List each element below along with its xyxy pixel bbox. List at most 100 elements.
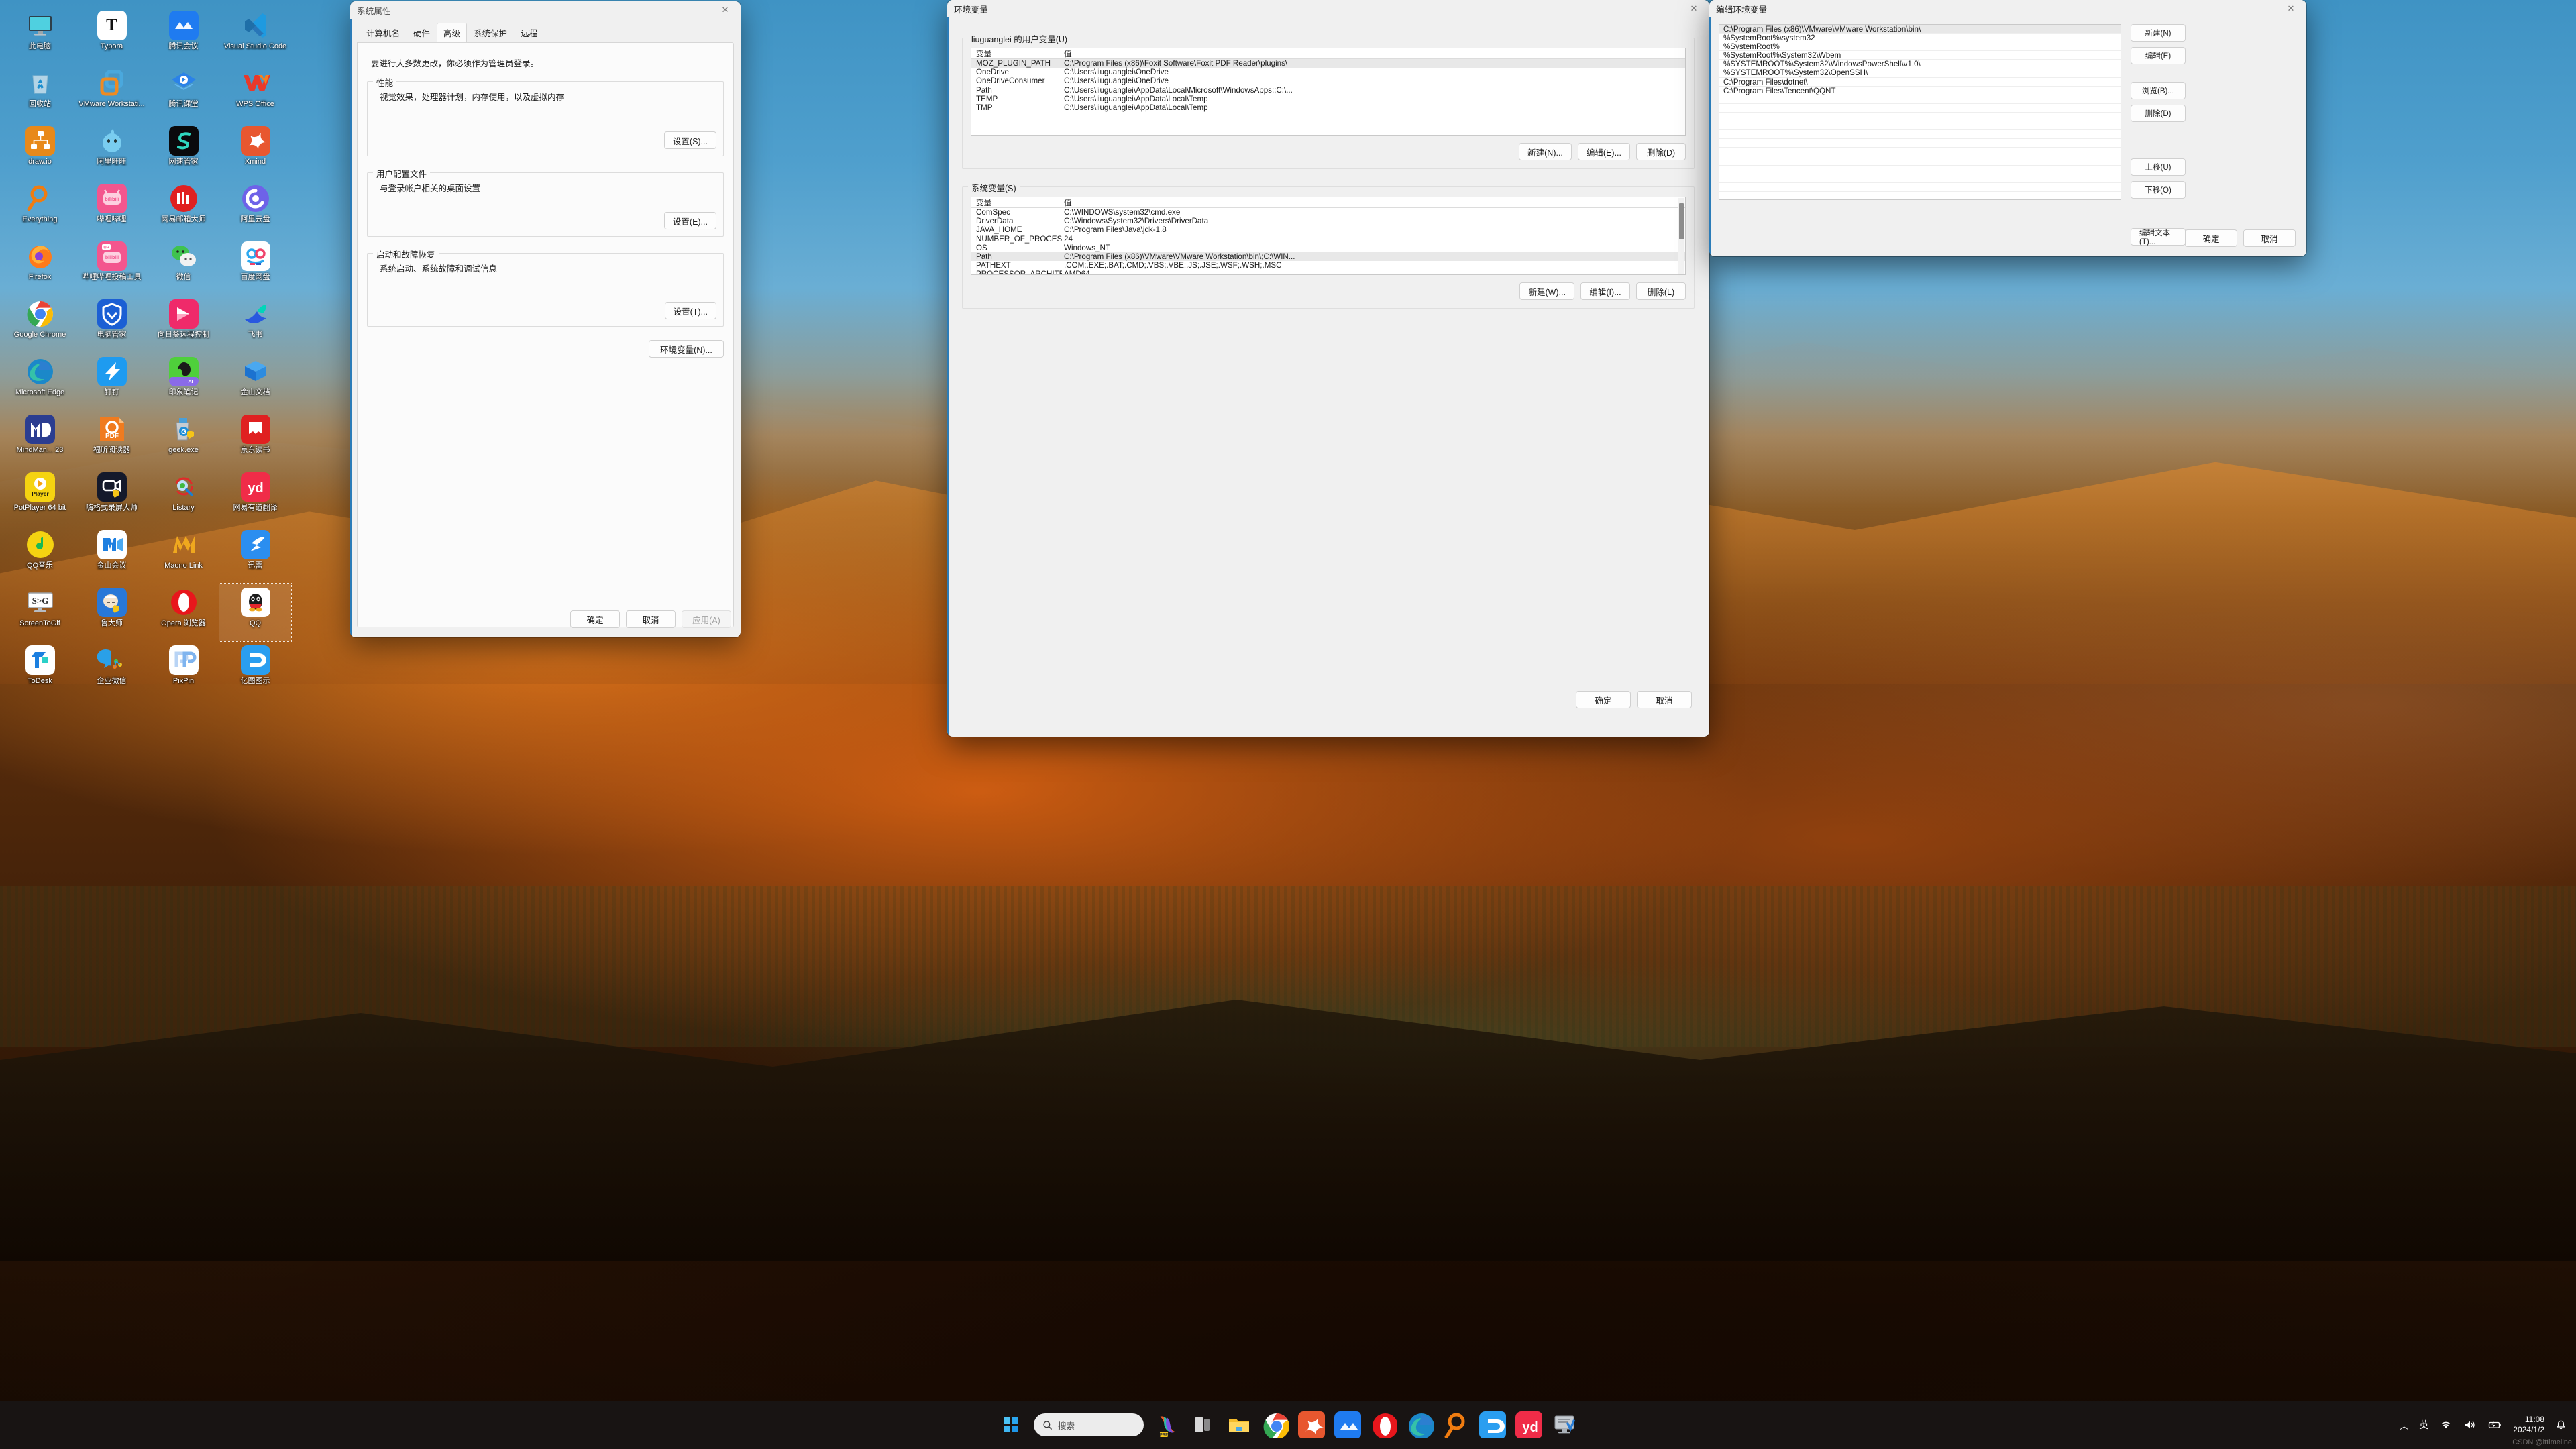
move-up-button[interactable]: 上移(U) <box>2131 158 2186 176</box>
tab-2[interactable]: 高级 <box>437 23 468 42</box>
taskbar[interactable]: 搜索 PREyd ︿ 英 11:08 2024/1/2 CSDN @ittim <box>0 1401 2576 1449</box>
clock[interactable]: 11:08 2024/1/2 <box>2513 1415 2544 1435</box>
table-row[interactable]: OS Windows_NT <box>971 244 1685 252</box>
start-button[interactable] <box>998 1411 1024 1438</box>
ok-button[interactable]: 确定 <box>2185 229 2237 247</box>
cancel-button[interactable]: 取消 <box>626 610 676 628</box>
desktop-icon-tencent-class[interactable]: 腾讯课堂 <box>148 64 219 122</box>
cancel-button[interactable]: 取消 <box>1637 691 1692 708</box>
desktop-icon-geek-uninstaller[interactable]: Ggeek.exe <box>148 411 219 468</box>
desktop-icon-netease-mail[interactable]: 网易邮箱大师 <box>148 180 219 237</box>
group-settings-button[interactable]: 设置(E)... <box>663 212 716 229</box>
tab-4[interactable]: 远程 <box>514 23 544 42</box>
table-row[interactable]: TMP C:\Users\liuguanglei\AppData\Local\T… <box>971 103 1685 112</box>
desktop-icon-jd-read[interactable]: 京东读书 <box>219 411 291 468</box>
desktop-icon-maono-link[interactable]: Maono Link <box>148 526 219 584</box>
system-variables-list[interactable]: 变量 值 ComSpec C:\WINDOWS\system32\cmd.exe… <box>971 197 1686 275</box>
desktop-icon-wps-office[interactable]: WPS Office <box>219 64 291 122</box>
system-delete-button[interactable]: 删除(L) <box>1636 282 1686 300</box>
scrollbar-thumb[interactable] <box>1679 203 1684 239</box>
path-entry[interactable]: C:\Program Files\Tencent\QQNT <box>1719 87 2121 95</box>
table-row[interactable]: ComSpec C:\WINDOWS\system32\cmd.exe <box>971 208 1685 217</box>
path-entry-empty[interactable] <box>1719 174 2121 183</box>
desktop-icon-aliwangwang[interactable]: 阿里旺旺 <box>76 122 148 180</box>
environment-variables-button[interactable]: 环境变量(N)... <box>649 340 724 358</box>
taskbar-xmind-icon[interactable] <box>1298 1411 1325 1438</box>
path-entry-empty[interactable] <box>1719 113 2121 122</box>
edit-environment-variable-dialog[interactable]: 编辑环境变量 ✕ C:\Program Files (x86)\VMware\V… <box>1709 0 2306 256</box>
user-variables-list[interactable]: 变量 值 MOZ_PLUGIN_PATH C:\Program Files (x… <box>971 48 1686 136</box>
delete-button[interactable]: 删除(D) <box>2131 105 2186 122</box>
path-entries-list[interactable]: C:\Program Files (x86)\VMware\VMware Wor… <box>1719 24 2121 200</box>
bell-icon[interactable] <box>2555 1419 2567 1431</box>
desktop-icon-mindmanager[interactable]: MindMan... 23 <box>4 411 76 468</box>
desktop-icon-chrome[interactable]: Google Chrome <box>4 295 76 353</box>
taskbar-copilot-icon[interactable]: PRE <box>1153 1411 1180 1438</box>
move-down-button[interactable]: 下移(O) <box>2131 181 2186 199</box>
desktop-icon-qq[interactable]: QQ <box>219 583 292 642</box>
desktop-icon-foxit-reader[interactable]: PDF 福昕阅读器 <box>76 411 148 468</box>
path-entry-empty[interactable] <box>1719 139 2121 148</box>
tab-0[interactable]: 计算机名 <box>360 23 407 42</box>
user-delete-button[interactable]: 删除(D) <box>1636 143 1686 160</box>
system-variables-scrollbar[interactable] <box>1678 198 1684 274</box>
table-row[interactable]: DriverData C:\Windows\System32\Drivers\D… <box>971 217 1685 225</box>
system-edit-button[interactable]: 编辑(I)... <box>1580 282 1630 300</box>
desktop-icon-drawio[interactable]: draw.io <box>4 122 76 180</box>
desktop-icon-qq-music[interactable]: QQ音乐 <box>4 526 76 584</box>
desktop-icon-thunder[interactable]: 迅雷 <box>219 526 291 584</box>
taskbar-youdao-icon[interactable]: yd <box>1515 1411 1542 1438</box>
edit-environment-variable-titlebar[interactable]: 编辑环境变量 ✕ <box>1709 0 2306 17</box>
path-entry[interactable]: %SYSTEMROOT%\System32\OpenSSH\ <box>1719 68 2121 78</box>
taskbar-system-properties-icon[interactable] <box>1552 1411 1578 1438</box>
ime-indicator[interactable]: 英 <box>2419 1418 2428 1432</box>
search-input[interactable]: 搜索 <box>1034 1413 1144 1436</box>
table-row[interactable]: NUMBER_OF_PROCESSORS 24 <box>971 235 1685 244</box>
desktop-icon-wechat[interactable]: 微信 <box>148 237 219 295</box>
desktop-icon-tencent-meeting[interactable]: 腾讯会议 <box>148 7 219 64</box>
new-button[interactable]: 新建(N) <box>2131 24 2186 42</box>
table-row[interactable]: MOZ_PLUGIN_PATH C:\Program Files (x86)\F… <box>971 59 1685 68</box>
user-variables-rows[interactable]: MOZ_PLUGIN_PATH C:\Program Files (x86)\F… <box>971 59 1685 112</box>
desktop-icon-todesk[interactable]: ToDesk <box>4 641 76 699</box>
desktop-icon-youdao-translate[interactable]: yd 网易有道翻译 <box>219 468 291 526</box>
group-settings-button[interactable]: 设置(S)... <box>663 131 716 149</box>
desktop-icon-feishu[interactable]: 飞书 <box>219 295 291 353</box>
desktop-icon-vscode[interactable]: Visual Studio Code <box>219 7 291 64</box>
tray-overflow-icon[interactable]: ︿ <box>2400 1419 2408 1432</box>
desktop-icon-screentogif[interactable]: S>G ScreenToGif <box>4 584 76 641</box>
table-row[interactable]: PROCESSOR_ARCHITECTURE AMD64 <box>971 270 1685 274</box>
path-entry[interactable]: C:\Program Files (x86)\VMware\VMware Wor… <box>1719 25 2121 34</box>
system-properties-dialog[interactable]: 系统属性 ✕ 计算机名 硬件 高级 系统保护 远程 要进行大多数更改，你必须作为管理员登… <box>350 1 741 637</box>
close-icon[interactable]: ✕ <box>710 1 741 19</box>
table-row[interactable]: Path C:\Users\liuguanglei\AppData\Local\… <box>971 86 1685 95</box>
desktop-icon-pc-manager[interactable]: 电脑管家 <box>76 295 148 353</box>
edit-text-button[interactable]: 编辑文本(T)... <box>2131 228 2186 246</box>
path-entry[interactable]: %SystemRoot% <box>1719 42 2121 52</box>
close-icon[interactable]: ✕ <box>2275 0 2306 17</box>
desktop-icon-higeshi-recorder[interactable]: 嗨格式录屏大师 <box>76 468 148 526</box>
volume-icon[interactable] <box>2463 1419 2477 1430</box>
desktop-icon-bilibili-upload[interactable]: UP bilibili 哔哩哔哩投稿工具 <box>76 237 148 295</box>
desktop-icon-this-pc[interactable]: 此电脑 <box>4 7 76 64</box>
desktop-icon-wecom[interactable]: 企业微信 <box>76 641 148 699</box>
desktop-icon-kingsoft-docs[interactable]: 金山文档 <box>219 353 291 411</box>
path-entry-empty[interactable] <box>1719 104 2121 113</box>
desktop-icon-kingsoft-meeting[interactable]: 金山会议 <box>76 526 148 584</box>
taskbar-everything-icon[interactable] <box>1443 1411 1470 1438</box>
desktop-icon-evernote[interactable]: AI 印象笔记 <box>148 353 219 411</box>
wifi-icon[interactable] <box>2439 1419 2453 1430</box>
system-properties-tabs[interactable]: 计算机名 硬件 高级 系统保护 远程 <box>357 19 734 42</box>
desktop-icon-xmind[interactable]: Xmind <box>219 122 291 180</box>
browse-button[interactable]: 浏览(B)... <box>2131 82 2186 99</box>
battery-icon[interactable] <box>2487 1419 2502 1430</box>
taskbar-chrome-icon[interactable] <box>1262 1411 1289 1438</box>
desktop-icon-potplayer[interactable]: Player PotPlayer 64 bit <box>4 468 76 526</box>
path-entry-empty[interactable] <box>1719 166 2121 174</box>
cancel-button[interactable]: 取消 <box>2243 229 2296 247</box>
user-edit-button[interactable]: 编辑(E)... <box>1577 143 1630 160</box>
desktop-icon-netspeed[interactable]: 网速管家 <box>148 122 219 180</box>
path-entry-empty[interactable] <box>1719 183 2121 192</box>
desktop-icon-firefox[interactable]: Firefox <box>4 237 76 295</box>
desktop-icon-vmware[interactable]: VMware Workstati... <box>76 64 148 122</box>
